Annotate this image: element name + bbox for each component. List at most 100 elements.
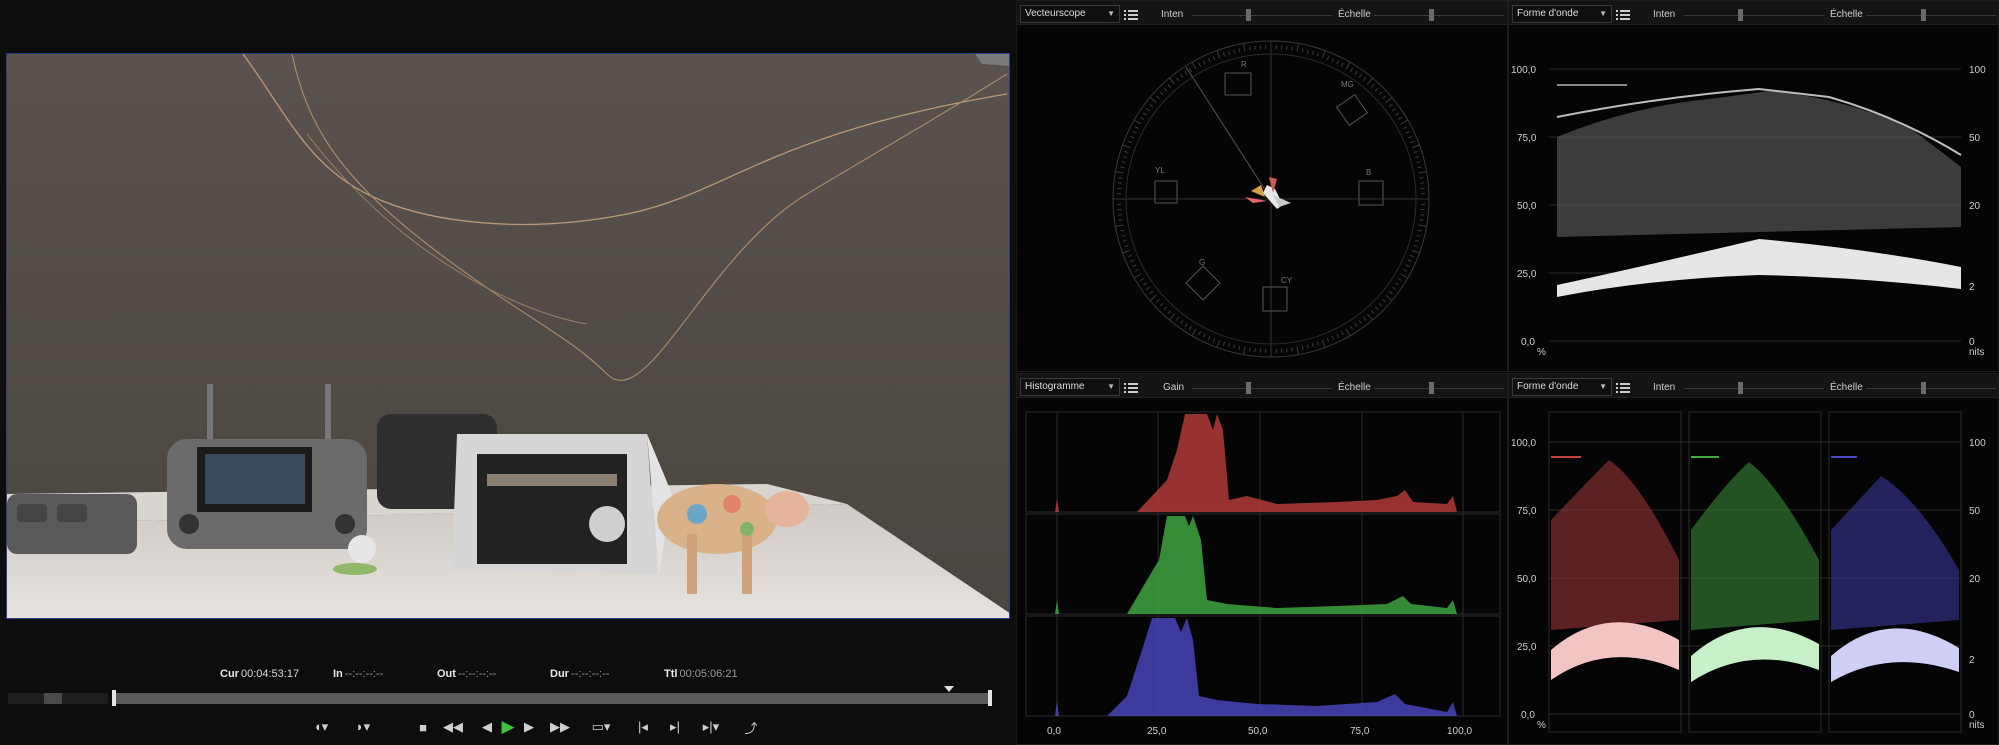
scope-type-select[interactable]: Forme d'onde ▼ bbox=[1512, 5, 1612, 23]
scale-slider[interactable] bbox=[1866, 15, 1996, 16]
intensity-slider-knob[interactable] bbox=[1738, 9, 1743, 21]
vectorscope-tick bbox=[1159, 302, 1164, 307]
vectorscope-graph: R MG B CY G YL bbox=[1112, 40, 1430, 358]
scale-slider-knob[interactable] bbox=[1429, 382, 1434, 394]
svg-text:50,0: 50,0 bbox=[1517, 201, 1537, 212]
settings-list-icon[interactable] bbox=[1123, 7, 1139, 23]
step-forward-button[interactable]: ▶ bbox=[518, 716, 540, 738]
intensity-slider-knob[interactable] bbox=[1246, 9, 1251, 21]
insert-icon[interactable]: ▸|▾ bbox=[696, 716, 726, 738]
scope-type-select[interactable]: Histogramme ▼ bbox=[1020, 378, 1120, 396]
settings-list-icon[interactable] bbox=[1615, 7, 1631, 23]
vectorscope-tick bbox=[1130, 135, 1135, 139]
scale-slider-knob[interactable] bbox=[1429, 9, 1434, 21]
play-button[interactable]: ▶ bbox=[497, 716, 519, 738]
vectorscope-tick bbox=[1403, 126, 1408, 130]
go-to-out-icon[interactable]: ▸| bbox=[664, 716, 686, 738]
stop-button[interactable]: ■ bbox=[412, 716, 434, 738]
target-label-r: R bbox=[1241, 60, 1247, 69]
waveform-panel-bottom: Forme d'onde ▼ Inten Échelle 100,0 75,0 5… bbox=[1508, 373, 1999, 745]
timeline-scrubber[interactable] bbox=[4, 686, 1016, 708]
video-preview[interactable] bbox=[6, 53, 1010, 619]
vectorscope-tick bbox=[1413, 244, 1418, 248]
vectorscope-tick bbox=[1382, 299, 1386, 303]
vectorscope-tick bbox=[1198, 62, 1202, 67]
intensity-slider[interactable] bbox=[1684, 388, 1824, 389]
vectorscope-tick bbox=[1167, 310, 1171, 314]
intensity-slider[interactable] bbox=[1684, 15, 1824, 16]
vectorscope-tick bbox=[1371, 84, 1375, 88]
vectorscope-tick bbox=[1191, 61, 1197, 70]
scale-slider[interactable] bbox=[1374, 15, 1504, 16]
vectorscope-tick bbox=[1407, 259, 1412, 263]
rewind-button[interactable]: ◀◀ bbox=[442, 716, 464, 738]
timecode-current: Cur 00:04:53:17 bbox=[220, 668, 300, 680]
vectorscope-toolbar: Vecteurscope ▼ Inten Échelle bbox=[1017, 1, 1507, 25]
vectorscope-tick bbox=[1409, 140, 1414, 144]
go-to-in-icon[interactable]: |◂ bbox=[632, 716, 654, 738]
gain-label: Gain bbox=[1163, 382, 1185, 393]
export-icon[interactable]: ⤴ bbox=[740, 716, 762, 738]
vectorscope-tick bbox=[1296, 346, 1299, 355]
vectorscope-tick bbox=[1175, 77, 1180, 82]
scale-label: Échelle bbox=[1338, 382, 1371, 393]
scope-type-select[interactable]: Vecteurscope ▼ bbox=[1020, 5, 1120, 23]
timecode-in: In --:--:--:-- bbox=[333, 668, 384, 680]
vectorscope-tick bbox=[1228, 343, 1231, 348]
vectorscope-tick bbox=[1358, 74, 1362, 78]
vectorscope-tick bbox=[1400, 273, 1409, 279]
svg-text:75,0: 75,0 bbox=[1517, 133, 1537, 144]
vectorscope-tick bbox=[1249, 347, 1251, 352]
scale-label: Échelle bbox=[1338, 9, 1371, 20]
svg-text:75,0: 75,0 bbox=[1517, 506, 1537, 517]
svg-text:20: 20 bbox=[1969, 201, 1981, 212]
vectorscope-tick bbox=[1413, 150, 1418, 154]
vectorscope-tick bbox=[1128, 254, 1133, 258]
histogram-graph: 0,0 25,0 50,0 75,0 100,0 bbox=[1025, 411, 1501, 737]
gain-slider-knob[interactable] bbox=[1246, 382, 1251, 394]
vectorscope-tick bbox=[1385, 97, 1393, 103]
svg-text:0,0: 0,0 bbox=[1047, 726, 1061, 737]
intensity-slider[interactable] bbox=[1192, 15, 1332, 16]
current-position-marker[interactable] bbox=[944, 686, 954, 692]
vectorscope-tick bbox=[1321, 50, 1326, 59]
scale-slider-knob[interactable] bbox=[1921, 9, 1926, 21]
vectorscope-tick bbox=[1175, 316, 1180, 321]
svg-text:2: 2 bbox=[1969, 282, 1975, 293]
vectorscope-tick bbox=[1405, 264, 1410, 267]
vectorscope-tick bbox=[1301, 48, 1304, 53]
vectorscope-tick bbox=[1169, 313, 1175, 321]
gain-slider[interactable] bbox=[1192, 388, 1332, 389]
vectorscope-tick bbox=[1374, 87, 1379, 92]
vectorscope-tick bbox=[1306, 344, 1309, 349]
waveform-trace-top bbox=[1556, 84, 1962, 297]
intensity-slider-knob[interactable] bbox=[1738, 382, 1743, 394]
mark-out-icon[interactable]: ◗▾ bbox=[352, 716, 374, 738]
histogram-blue bbox=[1026, 618, 1500, 716]
scale-slider-knob[interactable] bbox=[1921, 382, 1926, 394]
scale-slider[interactable] bbox=[1374, 388, 1504, 389]
fast-forward-button[interactable]: ▶▶ bbox=[549, 716, 571, 738]
parade-left-axis: 100,0 75,0 50,0 25,0 0,0 % bbox=[1511, 438, 1546, 731]
vectorscope-tick bbox=[1367, 77, 1373, 85]
vectorscope-tick bbox=[1392, 286, 1396, 290]
vectorscope-tick bbox=[1362, 316, 1367, 321]
playhead-end-marker[interactable] bbox=[988, 690, 992, 706]
playhead-start-marker[interactable] bbox=[112, 690, 116, 706]
vectorscope-tick bbox=[1378, 302, 1383, 307]
vectorscope-tick bbox=[1409, 254, 1414, 258]
mark-in-icon[interactable]: ◖▾ bbox=[310, 716, 332, 738]
scale-slider[interactable] bbox=[1866, 388, 1996, 389]
settings-list-icon[interactable] bbox=[1123, 380, 1139, 396]
vectorscope-trace bbox=[1245, 177, 1291, 209]
svg-text:100,0: 100,0 bbox=[1511, 65, 1536, 76]
scope-type-select[interactable]: Forme d'onde ▼ bbox=[1512, 378, 1612, 396]
vectorscope-tick bbox=[1405, 131, 1410, 134]
svg-text:75,0: 75,0 bbox=[1350, 726, 1370, 737]
vectorscope-tick bbox=[1207, 335, 1211, 340]
vectorscope-tick bbox=[1146, 286, 1150, 290]
playback-mode-icon[interactable]: ▭▾ bbox=[586, 716, 616, 738]
step-back-button[interactable]: ◀ bbox=[476, 716, 498, 738]
settings-list-icon[interactable] bbox=[1615, 380, 1631, 396]
vectorscope-tick bbox=[1382, 95, 1386, 99]
